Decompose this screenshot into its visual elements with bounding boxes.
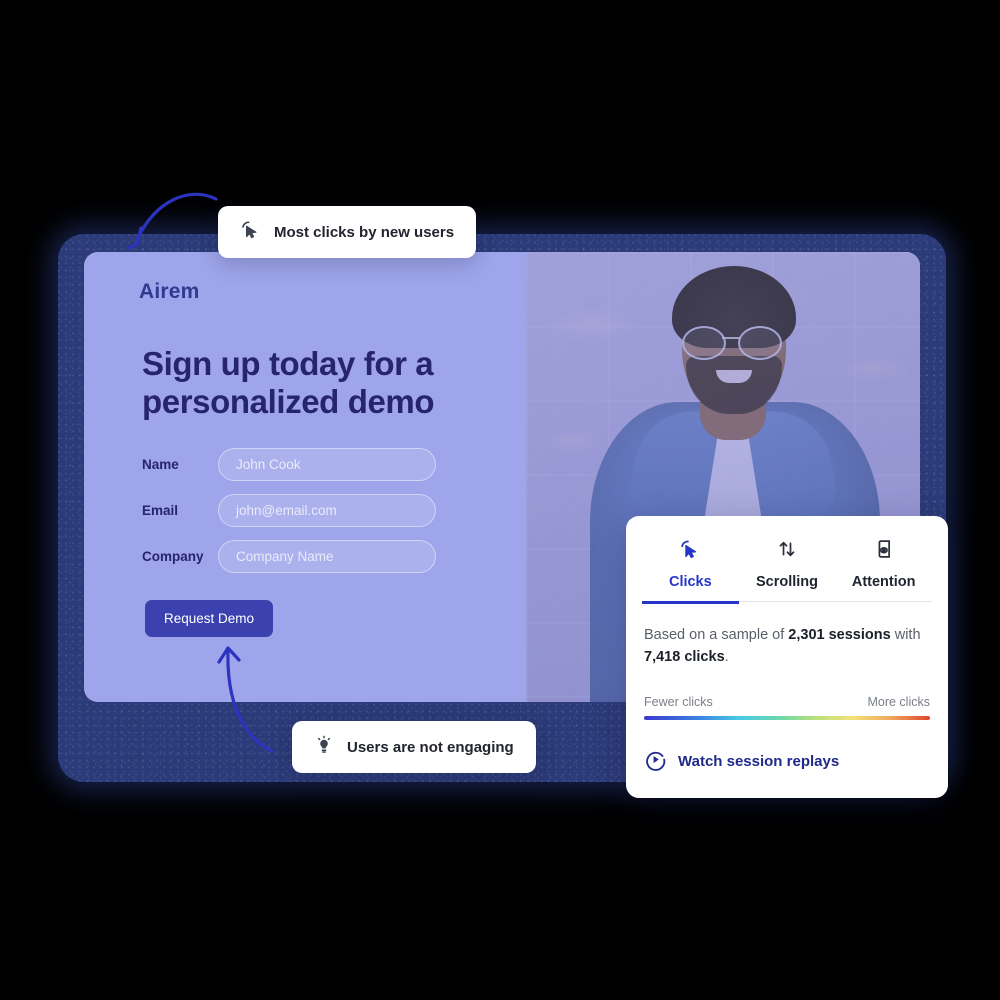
tooltip-most-clicks[interactable]: Most clicks by new users <box>218 206 477 258</box>
tab-clicks[interactable]: Clicks <box>642 538 739 604</box>
form-row-name: Name John Cook <box>142 448 502 481</box>
page-title: Sign up today for a personalized demo <box>142 345 435 421</box>
scale-labels: Fewer clicks More clicks <box>644 695 930 709</box>
scale-low-label: Fewer clicks <box>644 694 713 709</box>
tab-attention-label: Attention <box>851 574 916 590</box>
brand-name: Airem <box>139 280 200 303</box>
summary-middle: with <box>890 627 921 643</box>
analytics-summary: Based on a sample of 2,301 sessions with… <box>644 624 930 669</box>
lightbulb-icon <box>314 735 334 760</box>
tab-attention[interactable]: Attention <box>835 538 932 604</box>
tooltip-not-engaging-label: Users are not engaging <box>347 738 514 756</box>
analytics-tabs: Clicks Scrolling Attention <box>626 538 948 604</box>
brand-logo[interactable]: Airem <box>139 280 200 304</box>
name-input[interactable]: John Cook <box>218 448 436 481</box>
scale-high-label: More clicks <box>867 694 930 709</box>
form-row-email: Email john@email.com <box>142 494 502 527</box>
tab-clicks-label: Clicks <box>668 574 712 590</box>
summary-clicks: 7,418 clicks <box>644 649 725 666</box>
summary-sessions: 2,301 sessions <box>788 627 891 643</box>
watch-session-replays-label: Watch session replays <box>678 753 840 771</box>
tooltip-not-engaging[interactable]: Users are not engaging <box>292 721 536 773</box>
analytics-body: Based on a sample of 2,301 sessions with… <box>626 602 948 720</box>
company-label: Company <box>142 549 204 564</box>
request-demo-button[interactable]: Request Demo <box>145 600 273 637</box>
heatmap-scale-bar <box>644 715 930 720</box>
watch-session-replays-link[interactable]: Watch session replays <box>626 748 948 798</box>
analytics-panel: Clicks Scrolling Attention Based on a sa… <box>626 516 948 798</box>
play-circle-icon <box>644 748 667 776</box>
hero-left-panel: Airem Sign up today for a personalized d… <box>84 252 526 702</box>
composition-stage: Airem Sign up today for a personalized d… <box>0 0 1000 1000</box>
company-input[interactable]: Company Name <box>218 540 436 573</box>
click-cursor-icon <box>679 538 701 565</box>
scroll-arrows-icon <box>776 538 798 565</box>
tab-scrolling[interactable]: Scrolling <box>739 538 836 604</box>
attention-eye-icon <box>873 538 895 565</box>
name-label: Name <box>142 457 179 472</box>
email-input[interactable]: john@email.com <box>218 494 436 527</box>
signup-form: Name John Cook Email john@email.com Comp… <box>142 448 502 637</box>
tab-scrolling-label: Scrolling <box>755 574 819 590</box>
click-cursor-icon <box>240 219 261 245</box>
email-label: Email <box>142 503 179 518</box>
summary-prefix: Based on a sample of <box>644 627 789 643</box>
form-row-company: Company Company Name <box>142 540 502 573</box>
summary-suffix: . <box>724 649 729 666</box>
tooltip-most-clicks-label: Most clicks by new users <box>274 223 455 241</box>
